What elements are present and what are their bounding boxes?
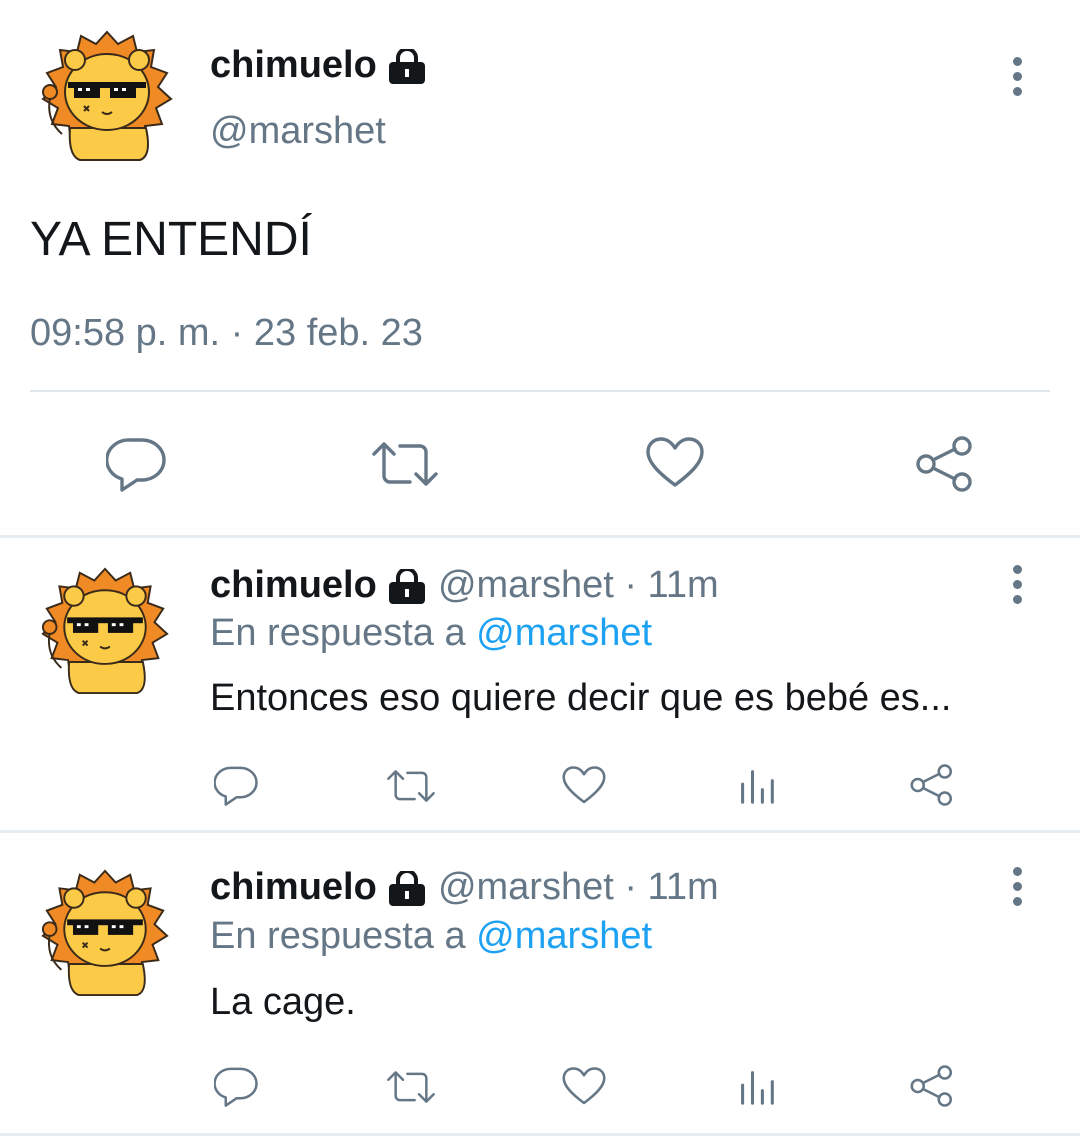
display-name[interactable]: chimuelo — [210, 44, 427, 87]
reply-context: En respuesta a @marshet — [210, 612, 652, 655]
like-icon[interactable] — [646, 437, 704, 489]
lock-icon — [387, 871, 427, 907]
divider — [0, 830, 1080, 833]
reply-icon[interactable] — [106, 436, 166, 492]
retweet-icon[interactable] — [385, 1068, 437, 1106]
tweet-text: La cage. — [210, 981, 356, 1023]
tweet-header: chimuelo @marshet · 11m — [210, 866, 719, 909]
avatar[interactable] — [40, 867, 170, 997]
like-icon[interactable] — [562, 1067, 606, 1106]
display-name-text[interactable]: chimuelo — [210, 44, 377, 86]
avatar[interactable] — [40, 28, 174, 162]
handle[interactable]: @marshet — [210, 110, 386, 153]
share-icon[interactable] — [910, 1065, 954, 1107]
tweet-header: chimuelo @marshet · 11m — [210, 564, 719, 607]
more-options-icon[interactable] — [1010, 565, 1024, 610]
handle-time[interactable]: @marshet · 11m — [438, 866, 719, 908]
handle-time[interactable]: @marshet · 11m — [438, 564, 719, 606]
retweet-icon[interactable] — [385, 767, 437, 805]
tweet-text: Entonces eso quiere decir que es bebé es… — [210, 677, 952, 719]
retweet-icon[interactable] — [370, 438, 440, 490]
divider — [30, 390, 1050, 392]
divider — [0, 535, 1080, 538]
avatar[interactable] — [40, 565, 170, 695]
stats-icon[interactable] — [738, 768, 776, 804]
reply-to-link[interactable]: @marshet — [476, 612, 652, 654]
more-options-icon[interactable] — [1010, 867, 1024, 912]
reply-to-link[interactable]: @marshet — [476, 915, 652, 957]
divider — [0, 1133, 1080, 1136]
reply-icon[interactable] — [214, 1066, 258, 1107]
reply-icon[interactable] — [214, 765, 258, 806]
stats-icon[interactable] — [738, 1069, 776, 1105]
share-icon[interactable] — [910, 764, 954, 806]
display-name[interactable]: chimuelo — [210, 866, 377, 908]
tweet-timestamp[interactable]: 09:58 p. m. · 23 feb. 23 — [30, 312, 423, 355]
like-icon[interactable] — [562, 766, 606, 805]
tweet-text: YA ENTENDÍ — [30, 213, 312, 266]
more-options-icon[interactable] — [1010, 57, 1024, 102]
reply-context: En respuesta a @marshet — [210, 915, 652, 958]
reply-prefix: En respuesta a — [210, 915, 466, 957]
lock-icon — [387, 569, 427, 605]
share-icon[interactable] — [916, 436, 974, 492]
lock-icon — [387, 49, 427, 85]
reply-prefix: En respuesta a — [210, 612, 466, 654]
display-name[interactable]: chimuelo — [210, 564, 377, 606]
